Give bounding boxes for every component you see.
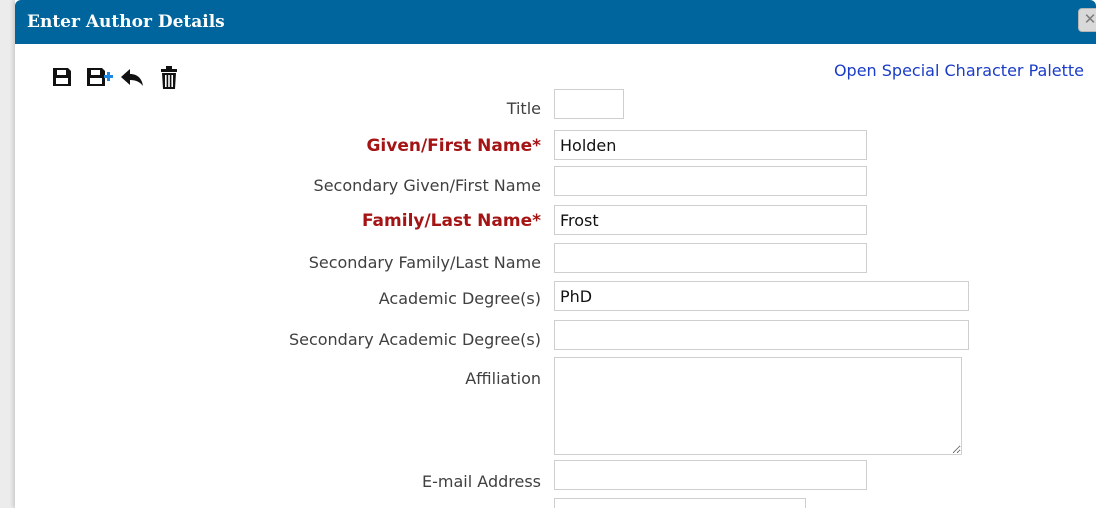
title-row: Title [15, 89, 1096, 121]
close-icon: ✕ [1083, 10, 1096, 28]
given-name-row: Given/First Name* [15, 130, 1096, 162]
delete-icon[interactable] [159, 66, 179, 90]
secondary-given-name-label: Secondary Given/First Name [313, 176, 541, 195]
affiliation-row: Affiliation [15, 357, 1096, 457]
affiliation-label: Affiliation [465, 369, 541, 388]
dialog-titlebar: Enter Author Details [15, 0, 1096, 44]
given-name-input[interactable] [554, 130, 867, 160]
special-character-palette-link[interactable]: Open Special Character Palette [834, 61, 1084, 80]
email-label: E-mail Address [422, 472, 541, 491]
affiliation-textarea[interactable] [554, 357, 962, 455]
secondary-academic-degree-label: Secondary Academic Degree(s) [288, 330, 541, 349]
author-details-dialog: Enter Author Details ✕ Open Special Char… [15, 0, 1096, 508]
academic-degree-row: Academic Degree(s) [15, 281, 1096, 313]
secondary-academic-degree-input[interactable] [554, 320, 969, 350]
close-button[interactable]: ✕ [1078, 8, 1096, 32]
undo-icon[interactable] [119, 66, 145, 88]
save-and-add-icon[interactable] [85, 66, 115, 88]
next-field-row [15, 498, 1096, 508]
secondary-family-name-input[interactable] [554, 243, 867, 273]
save-icon[interactable] [51, 66, 73, 88]
title-label: Title [506, 99, 541, 118]
academic-degree-input[interactable] [554, 281, 969, 311]
given-name-label: Given/First Name* [366, 136, 541, 156]
secondary-academic-degree-row: Secondary Academic Degree(s) [15, 320, 1096, 352]
next-field-input[interactable] [554, 498, 806, 508]
secondary-family-name-row: Secondary Family/Last Name [15, 243, 1096, 275]
family-name-label: Family/Last Name* [361, 211, 541, 231]
family-name-input[interactable] [554, 205, 867, 235]
email-input[interactable] [554, 460, 867, 490]
title-input[interactable] [554, 89, 624, 119]
dialog-title: Enter Author Details [27, 12, 225, 32]
secondary-family-name-label: Secondary Family/Last Name [308, 253, 541, 272]
secondary-given-name-input[interactable] [554, 166, 867, 196]
academic-degree-label: Academic Degree(s) [378, 289, 541, 308]
secondary-given-name-row: Secondary Given/First Name [15, 166, 1096, 198]
email-row: E-mail Address [15, 460, 1096, 492]
family-name-row: Family/Last Name* [15, 205, 1096, 237]
